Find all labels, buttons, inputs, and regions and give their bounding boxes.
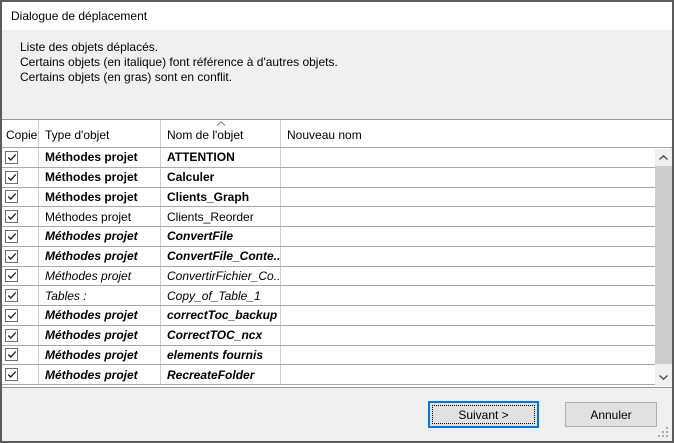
checkmark-icon: [7, 212, 17, 221]
cell-newname[interactable]: [281, 326, 672, 345]
vertical-scrollbar[interactable]: [655, 149, 672, 386]
row-checkbox[interactable]: [5, 171, 18, 184]
row-checkbox[interactable]: [5, 329, 18, 342]
table-row[interactable]: Méthodes projet Clients_Graph: [2, 188, 672, 208]
checkmark-icon: [7, 331, 17, 340]
checkmark-icon: [7, 173, 17, 182]
checkmark-icon: [7, 232, 17, 241]
table-row[interactable]: Méthodes projet ConvertFile_Conte...: [2, 247, 672, 267]
cell-name: Calculer: [161, 168, 281, 187]
cell-type: Méthodes projet: [39, 306, 161, 325]
cell-type: Méthodes projet: [39, 148, 161, 167]
cell-name: RecreateFolder: [161, 365, 281, 384]
col-header-copie[interactable]: Copie: [2, 120, 39, 147]
cell-type: Méthodes projet: [39, 168, 161, 187]
col-header-type[interactable]: Type d'objet: [39, 120, 161, 147]
table-row[interactable]: Méthodes projet Clients_Reorder: [2, 207, 672, 227]
intro-line: Certains objets (en gras) sont en confli…: [20, 70, 660, 85]
cell-name: Clients_Reorder: [161, 207, 281, 226]
cell-newname[interactable]: [281, 286, 672, 305]
cell-name: ATTENTION: [161, 148, 281, 167]
window-title: Dialogue de déplacement: [11, 9, 147, 23]
cell-name: ConvertirFichier_Co...: [161, 267, 281, 286]
checkmark-icon: [7, 291, 17, 300]
cell-type: Méthodes projet: [39, 188, 161, 207]
cell-name: elements fournis: [161, 346, 281, 365]
cell-newname[interactable]: [281, 346, 672, 365]
scrollbar-track[interactable]: [655, 166, 672, 369]
col-header-name[interactable]: Nom de l'objet: [161, 120, 281, 147]
dialog-window: Dialogue de déplacement Liste des objets…: [0, 0, 674, 443]
cell-type: Méthodes projet: [39, 227, 161, 246]
row-checkbox[interactable]: [5, 230, 18, 243]
sort-ascending-icon: [216, 121, 225, 126]
cell-type: Méthodes projet: [39, 346, 161, 365]
row-checkbox[interactable]: [5, 210, 18, 223]
cell-newname[interactable]: [281, 267, 672, 286]
cell-name: Clients_Graph: [161, 188, 281, 207]
cell-name: ConvertFile: [161, 227, 281, 246]
cell-newname[interactable]: [281, 148, 672, 167]
row-checkbox[interactable]: [5, 269, 18, 282]
cell-newname[interactable]: [281, 365, 672, 384]
row-checkbox[interactable]: [5, 289, 18, 302]
row-checkbox[interactable]: [5, 309, 18, 322]
chevron-down-icon: [659, 375, 668, 380]
table-row[interactable]: Méthodes projet ATTENTION: [2, 148, 672, 168]
checkmark-icon: [7, 252, 17, 261]
scroll-up-button[interactable]: [655, 149, 672, 166]
table-body: Méthodes projet ATTENTION Méthodes proje…: [2, 148, 672, 385]
row-checkbox[interactable]: [5, 368, 18, 381]
cell-newname[interactable]: [281, 207, 672, 226]
resize-grip-icon: [657, 426, 669, 438]
next-button[interactable]: Suivant >: [428, 401, 539, 428]
cell-newname[interactable]: [281, 306, 672, 325]
table-row[interactable]: Méthodes projet ConvertFile: [2, 227, 672, 247]
title-bar[interactable]: Dialogue de déplacement: [2, 2, 672, 30]
cell-type: Méthodes projet: [39, 247, 161, 266]
cell-newname[interactable]: [281, 168, 672, 187]
table-header: Copie Type d'objet Nom de l'objet Nouvea…: [2, 120, 672, 148]
checkmark-icon: [7, 370, 17, 379]
cell-newname[interactable]: [281, 188, 672, 207]
cell-newname[interactable]: [281, 247, 672, 266]
checkmark-icon: [7, 311, 17, 320]
resize-grip[interactable]: [657, 426, 669, 438]
cell-type: Méthodes projet: [39, 326, 161, 345]
cell-type: Méthodes projet: [39, 267, 161, 286]
cell-name: CorrectTOC_ncx: [161, 326, 281, 345]
cell-type: Méthodes projet: [39, 365, 161, 384]
cell-name: correctToc_backup: [161, 306, 281, 325]
table-row[interactable]: Méthodes projet elements fournis: [2, 346, 672, 366]
table-row[interactable]: Méthodes projet ConvertirFichier_Co...: [2, 267, 672, 287]
row-checkbox[interactable]: [5, 151, 18, 164]
checkmark-icon: [7, 192, 17, 201]
col-header-newname[interactable]: Nouveau nom: [281, 120, 672, 147]
table-row[interactable]: Tables : Copy_of_Table_1: [2, 286, 672, 306]
cell-name: ConvertFile_Conte...: [161, 247, 281, 266]
cell-name: Copy_of_Table_1: [161, 286, 281, 305]
table-row[interactable]: Méthodes projet Calculer: [2, 168, 672, 188]
objects-table: Copie Type d'objet Nom de l'objet Nouvea…: [2, 119, 672, 388]
scrollbar-thumb[interactable]: [655, 166, 672, 364]
scroll-down-button[interactable]: [655, 369, 672, 386]
intro-line: Certains objets (en italique) font référ…: [20, 55, 660, 70]
table-row[interactable]: Méthodes projet RecreateFolder: [2, 365, 672, 385]
table-row[interactable]: Méthodes projet correctToc_backup: [2, 306, 672, 326]
checkmark-icon: [7, 350, 17, 359]
intro-line: Liste des objets déplacés.: [20, 40, 660, 55]
cell-type: Méthodes projet: [39, 207, 161, 226]
row-checkbox[interactable]: [5, 190, 18, 203]
cell-newname[interactable]: [281, 227, 672, 246]
checkmark-icon: [7, 271, 17, 280]
checkmark-icon: [7, 153, 17, 162]
row-checkbox[interactable]: [5, 348, 18, 361]
chevron-up-icon: [659, 155, 668, 160]
table-row[interactable]: Méthodes projet CorrectTOC_ncx: [2, 326, 672, 346]
cancel-button[interactable]: Annuler: [565, 402, 657, 427]
row-checkbox[interactable]: [5, 250, 18, 263]
intro-text: Liste des objets déplacés. Certains obje…: [20, 40, 660, 85]
cell-type: Tables :: [39, 286, 161, 305]
